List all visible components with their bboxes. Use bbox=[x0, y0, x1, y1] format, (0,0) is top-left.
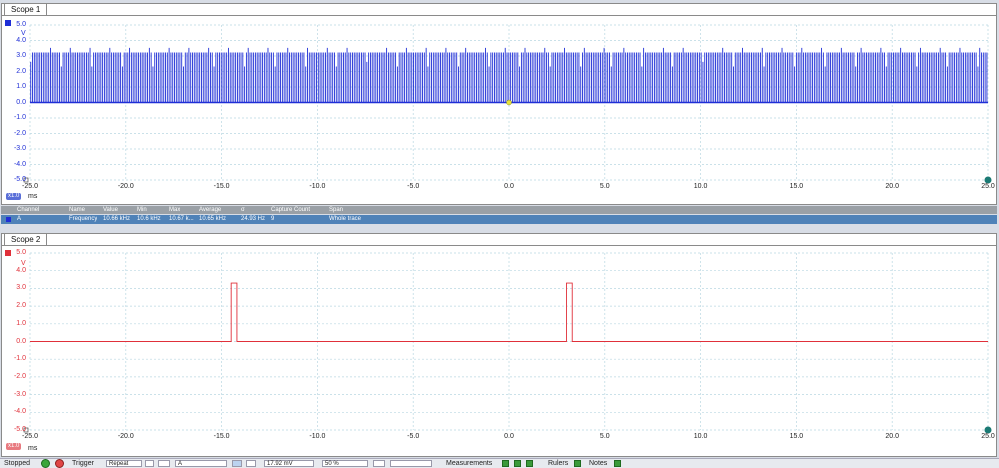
measurement-col-header[interactable]: σ bbox=[241, 206, 245, 214]
pretrigger-input[interactable]: 50 % bbox=[322, 460, 368, 467]
scope2-y-tick: -2.0 bbox=[13, 372, 26, 380]
scope2-y-tick: 0.0 bbox=[16, 337, 26, 345]
delay-input[interactable] bbox=[390, 460, 432, 467]
scope1-x-tick: -25.0 bbox=[22, 183, 38, 190]
scope2-x-tick: 25.0 bbox=[981, 433, 995, 440]
measurement-col-header[interactable]: Value bbox=[103, 206, 118, 214]
scope2-y-tick: 4.0 bbox=[16, 266, 26, 274]
scope1-x-tick: 5.0 bbox=[599, 183, 610, 190]
measurement-col-header[interactable]: Name bbox=[69, 206, 85, 214]
measurement-cell: 10.65 kHz bbox=[199, 216, 227, 222]
measurement-cell: Frequency bbox=[69, 216, 98, 222]
scope2-y-tick: 3.0 bbox=[16, 284, 26, 292]
measurement-cell: A bbox=[17, 216, 22, 222]
edge-rising-button[interactable] bbox=[232, 460, 242, 467]
edge-falling-button[interactable] bbox=[246, 460, 256, 467]
measurement-cell: 10.6 kHz bbox=[137, 216, 161, 222]
trigger-settings-button[interactable] bbox=[145, 460, 154, 467]
scope2-x-tick: -5.0 bbox=[407, 433, 420, 440]
measurements-header: Channel Name Value Min Max Average σ Capture Co… bbox=[1, 206, 997, 214]
edit-measurement-button[interactable] bbox=[514, 460, 521, 467]
rulers-button[interactable] bbox=[574, 460, 581, 467]
scope1-plot[interactable] bbox=[2, 4, 996, 204]
scope2-x-tick: 10.0 bbox=[693, 433, 708, 440]
scope2-y-tick: -1.0 bbox=[13, 355, 26, 363]
delete-measurement-button[interactable] bbox=[526, 460, 533, 467]
threshold-input[interactable]: 17.92 mV bbox=[264, 460, 314, 467]
scope1-x-tick: 25.0 bbox=[981, 183, 995, 190]
scope2-trace bbox=[30, 282, 988, 342]
scope2-y-tick: -4.0 bbox=[13, 408, 26, 416]
scope1-y-tick: 1.0 bbox=[16, 83, 26, 90]
scope2-x-tick: 0.0 bbox=[504, 433, 514, 440]
scope1-x-tick: -15.0 bbox=[213, 183, 230, 190]
scope1-y-tick: 5.0 bbox=[16, 21, 26, 28]
scope2-y-tick: 1.0 bbox=[16, 319, 26, 327]
scope1-x-tick: -10.0 bbox=[309, 183, 326, 190]
scope2-x-tick: 20.0 bbox=[885, 433, 899, 440]
measurement-col-header[interactable]: Capture Count bbox=[271, 206, 310, 214]
scope1-x-tick: 20.0 bbox=[885, 183, 899, 190]
scope1-y-tick: -1.0 bbox=[13, 114, 26, 121]
scope1-y-tick: -3.0 bbox=[13, 145, 26, 152]
scope1-x-tick: 0.0 bbox=[504, 183, 514, 190]
scope1-panel: Scope 1 V x1.0 ms 5.0 4.0 3.0 2.0 1.0 0.0 -1.0… bbox=[1, 3, 997, 205]
measurement-cell: 10.67 k... bbox=[169, 216, 194, 222]
scope2-panel: Scope 2 V x1.0 ms 5.0 4.0 3.0 2.0 1.0 0.0 -1.0… bbox=[1, 233, 997, 457]
measurement-col-header[interactable]: Average bbox=[199, 206, 221, 214]
scope1-x-tick: -5.0 bbox=[407, 183, 420, 190]
scope2-x-tick: -25.0 bbox=[22, 433, 38, 440]
measurement-cell: 24.93 Hz bbox=[241, 216, 266, 222]
scope2-x-tick: -20.0 bbox=[117, 433, 134, 440]
scope1-x-tick: 15.0 bbox=[789, 183, 804, 190]
add-measurement-button[interactable] bbox=[502, 460, 509, 467]
measurement-col-header[interactable]: Span bbox=[329, 206, 343, 214]
trigger-mode-select[interactable]: Repeat bbox=[106, 460, 142, 467]
measurements-row[interactable]: A Frequency 10.66 kHz 10.6 kHz 10.67 k... 10.… bbox=[1, 215, 997, 224]
trigger-marker[interactable] bbox=[506, 99, 512, 106]
measurement-cell: 10.66 kHz bbox=[103, 216, 131, 222]
scope2-y-tick: 2.0 bbox=[16, 302, 26, 310]
scope2-plot[interactable] bbox=[2, 234, 996, 456]
pretrigger-button[interactable] bbox=[373, 460, 385, 467]
scope1-y-tick: 2.0 bbox=[16, 67, 26, 75]
measurement-col-header[interactable]: Channel bbox=[17, 206, 39, 214]
scope1-x-tick: 10.0 bbox=[693, 183, 708, 190]
scope1-x-tick: -20.0 bbox=[117, 183, 134, 190]
scope2-x-tick: -10.0 bbox=[309, 433, 326, 440]
trigger-type-button[interactable] bbox=[158, 460, 170, 467]
scope2-x-tick: 15.0 bbox=[789, 433, 804, 440]
scope1-y-tick: 3.0 bbox=[16, 52, 26, 59]
measurement-cell: 9 bbox=[271, 216, 275, 222]
scope1-y-tick: -2.0 bbox=[13, 129, 26, 137]
scope2-x-tick: -15.0 bbox=[213, 433, 230, 440]
scope2-x-tick: 5.0 bbox=[599, 433, 610, 440]
notes-button[interactable] bbox=[614, 460, 621, 467]
scope2-y-tick: -3.0 bbox=[13, 390, 26, 398]
scope1-y-tick: 4.0 bbox=[16, 36, 26, 44]
scope1-y-tick: 0.0 bbox=[16, 98, 26, 106]
measurement-col-header[interactable]: Max bbox=[169, 206, 180, 214]
channel-color-icon bbox=[6, 217, 11, 222]
channel-select[interactable]: A bbox=[175, 460, 227, 467]
measurement-cell: Whole trace bbox=[329, 216, 362, 222]
scope1-y-tick: -4.0 bbox=[13, 160, 26, 168]
scope2-y-tick: 5.0 bbox=[16, 249, 26, 256]
scope1-trace bbox=[30, 47, 988, 103]
measurement-col-header[interactable]: Min bbox=[137, 206, 147, 214]
